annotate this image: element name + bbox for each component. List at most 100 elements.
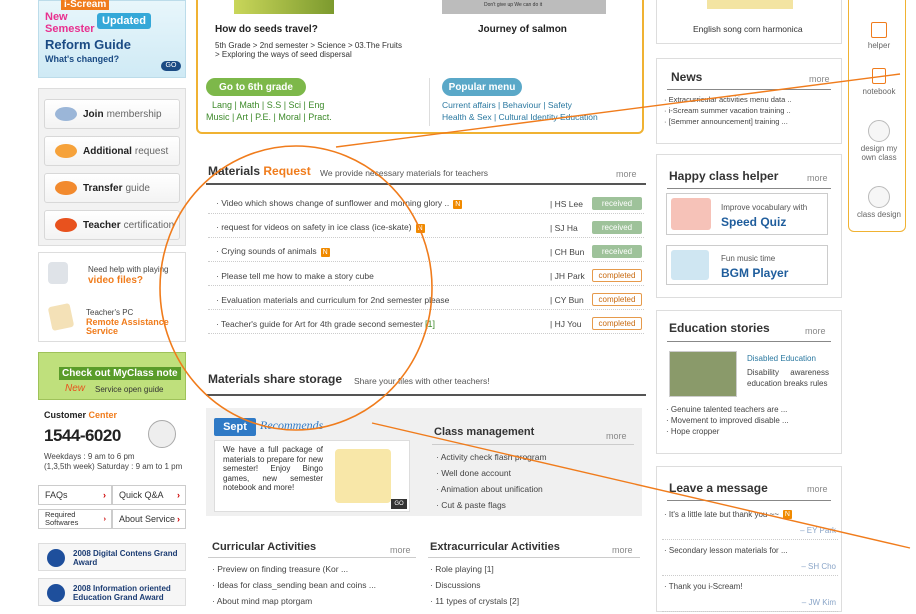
list-item[interactable]: · Activity check flash program (436, 452, 547, 462)
message-item[interactable]: · Thank you i-Scream! – JW Kim (662, 580, 838, 612)
list-item[interactable]: · Hope cropper (666, 427, 719, 436)
list-item[interactable]: · Movement to improved disable ... (666, 416, 789, 425)
sept-card[interactable]: We have a full package of materials to p… (214, 440, 410, 512)
message-item[interactable]: · Secondary lesson materials for ... – SH… (662, 544, 838, 576)
faqs-button[interactable]: FAQs › (38, 485, 112, 505)
song-box[interactable]: English song corn harmonica (656, 0, 842, 44)
required-software-button[interactable]: Required Softwares › (38, 509, 112, 529)
list-item[interactable]: · Discussions (430, 580, 481, 590)
material-row[interactable]: · Teacher's guide for Art for 4th grade … (208, 314, 644, 334)
notebook-shortcut[interactable]: notebook (852, 68, 906, 96)
curricular-line (208, 557, 416, 558)
education-more[interactable]: more (805, 326, 826, 336)
material-title: · Video which shows change of sunflower … (216, 198, 463, 209)
reform-go-button[interactable]: GO (161, 61, 181, 71)
helper-title[interactable]: Happy class helper (669, 169, 778, 183)
quick-qa-button[interactable]: Quick Q&A › (112, 485, 186, 505)
material-author: | HS Lee (550, 198, 583, 209)
material-row[interactable]: · Evaluation materials and curriculum fo… (208, 290, 644, 310)
notebook-label: notebook (862, 87, 896, 96)
materials-word: Materials (208, 164, 261, 178)
sept-tab[interactable]: Sept (214, 418, 256, 436)
material-row[interactable]: · Please tell me how to make a story cub… (208, 266, 644, 286)
design-class-shortcut[interactable]: design my own class (852, 120, 906, 162)
featured-item2-title[interactable]: Journey of salmon (478, 24, 567, 35)
quiz-illustration (671, 198, 711, 230)
extracurricular-title[interactable]: Extracurricular Activities (430, 541, 560, 553)
list-item[interactable]: · Animation about unification (436, 484, 543, 494)
material-row[interactable]: · request for videos on safety in ice cl… (208, 218, 644, 238)
list-item[interactable]: · 11 types of crystals [2] (430, 596, 519, 606)
education-title[interactable]: Education stories (669, 321, 770, 335)
popular-row2[interactable]: Health & Sex | Cultural Identity Educati… (442, 112, 598, 122)
materials-request-title[interactable]: Materials Request (208, 164, 311, 178)
extracurricular-more[interactable]: more (612, 545, 633, 555)
sept-go-button[interactable]: GO (391, 499, 407, 509)
subjects-row2[interactable]: Music | Art | P.E. | Moral | Pract. (206, 112, 332, 122)
reform-guide-banner[interactable]: i-Scream New Semester Updated Reform Gui… (38, 0, 186, 78)
popular-row1[interactable]: Current affairs | Behaviour | Safety (442, 100, 572, 110)
message-item[interactable]: · It's a little late but thank you ~~ N – … (662, 508, 838, 540)
news-title[interactable]: News (671, 70, 702, 84)
list-item[interactable]: · Extracurricular activities menu data .… (664, 95, 792, 104)
featured-divider (429, 78, 430, 126)
message-more[interactable]: more (807, 484, 828, 494)
page: i-Scream New Semester Updated Reform Gui… (0, 0, 916, 614)
join-membership-button[interactable]: Join membership (44, 99, 180, 129)
list-item[interactable]: · Role playing [1] (430, 564, 494, 574)
list-item[interactable]: · Genuine talented teachers are ... (666, 405, 787, 414)
additional-request-button[interactable]: Additional request (44, 136, 180, 166)
curricular-title[interactable]: Curricular Activities (212, 541, 316, 553)
popular-menu-button[interactable]: Popular menu (442, 78, 522, 96)
transfer-guide-button[interactable]: Transfer guide (44, 173, 180, 203)
news-more[interactable]: more (809, 74, 830, 84)
list-item[interactable]: · [Semmer announcement] training ... (664, 117, 788, 126)
salmon-thumbnail[interactable]: Don't give up We can do it (442, 0, 606, 14)
remote-assistance-link[interactable]: Teacher's PC Remote Assistance Service (46, 302, 182, 339)
material-author: | CH Bun (550, 246, 585, 257)
subjects-row1[interactable]: Lang | Math | S.S | Sci | Eng (212, 100, 324, 110)
list-item[interactable]: · Preview on finding treasure (Kor ... (212, 564, 348, 574)
curricular-more[interactable]: more (390, 545, 411, 555)
helper-more[interactable]: more (807, 173, 828, 183)
class-design-shortcut[interactable]: class design (852, 186, 906, 219)
seed-thumbnail[interactable] (234, 0, 334, 14)
about-service-button[interactable]: About Service › (112, 509, 186, 529)
myclass-banner[interactable]: Check out MyClass note New Service open … (38, 352, 186, 400)
list-item[interactable]: · Cut & paste flags (436, 500, 506, 510)
class-management-title[interactable]: Class management (434, 426, 534, 438)
list-item[interactable]: · Ideas for class_sending bean and coins… (212, 580, 376, 590)
join-bold: Join (83, 108, 104, 120)
go-to-6th-grade-button[interactable]: Go to 6th grade (206, 78, 306, 96)
additional-rest: request (134, 145, 169, 157)
teacher-certification-button[interactable]: Teacher certification (44, 210, 180, 240)
speed-quiz-card[interactable]: Improve vocabulary with Speed Quiz (666, 193, 828, 235)
list-item[interactable]: · Well done account (436, 468, 511, 478)
list-item[interactable]: · i-Scream summer vacation training .. (664, 106, 791, 115)
additional-icon (55, 144, 77, 158)
material-title: · Teacher's guide for Art for 4th grade … (216, 318, 436, 329)
materials-more-link[interactable]: more (616, 169, 637, 179)
class-management-more[interactable]: more (606, 431, 627, 441)
material-title: · Evaluation materials and curriculum fo… (216, 294, 450, 305)
material-row[interactable]: · Video which shows change of sunflower … (208, 194, 644, 214)
share-title-line (206, 394, 646, 396)
share-storage-title[interactable]: Materials share storage (208, 372, 342, 386)
education-photo[interactable] (669, 351, 737, 397)
award1-box[interactable]: 2008 Digital Contens Grand Award (38, 543, 186, 571)
helper-shortcut[interactable]: helper (852, 22, 906, 50)
featured-item1-title[interactable]: How do seeds travel? (215, 24, 318, 35)
message-author: – JW Kim (801, 598, 836, 607)
status-badge: completed (592, 269, 642, 282)
video-help-link[interactable]: Need help with playing video files? (46, 260, 182, 290)
education-feature-title[interactable]: Disabled Education (747, 354, 816, 363)
award1-text: 2008 Digital Contens Grand Award (73, 549, 178, 567)
reform-line2: New (45, 11, 68, 23)
class-design-label: class design (856, 210, 902, 219)
list-item[interactable]: · About mind map ptorgam (212, 596, 312, 606)
material-row[interactable]: · Crying sounds of animals N | CH Bun recei… (208, 242, 644, 262)
pc-label: Teacher's PC (86, 308, 134, 317)
award2-box[interactable]: 2008 Information oriented Education Gran… (38, 578, 186, 606)
message-title[interactable]: Leave a message (669, 481, 768, 495)
bgm-player-card[interactable]: Fun music time BGM Player (666, 245, 828, 285)
